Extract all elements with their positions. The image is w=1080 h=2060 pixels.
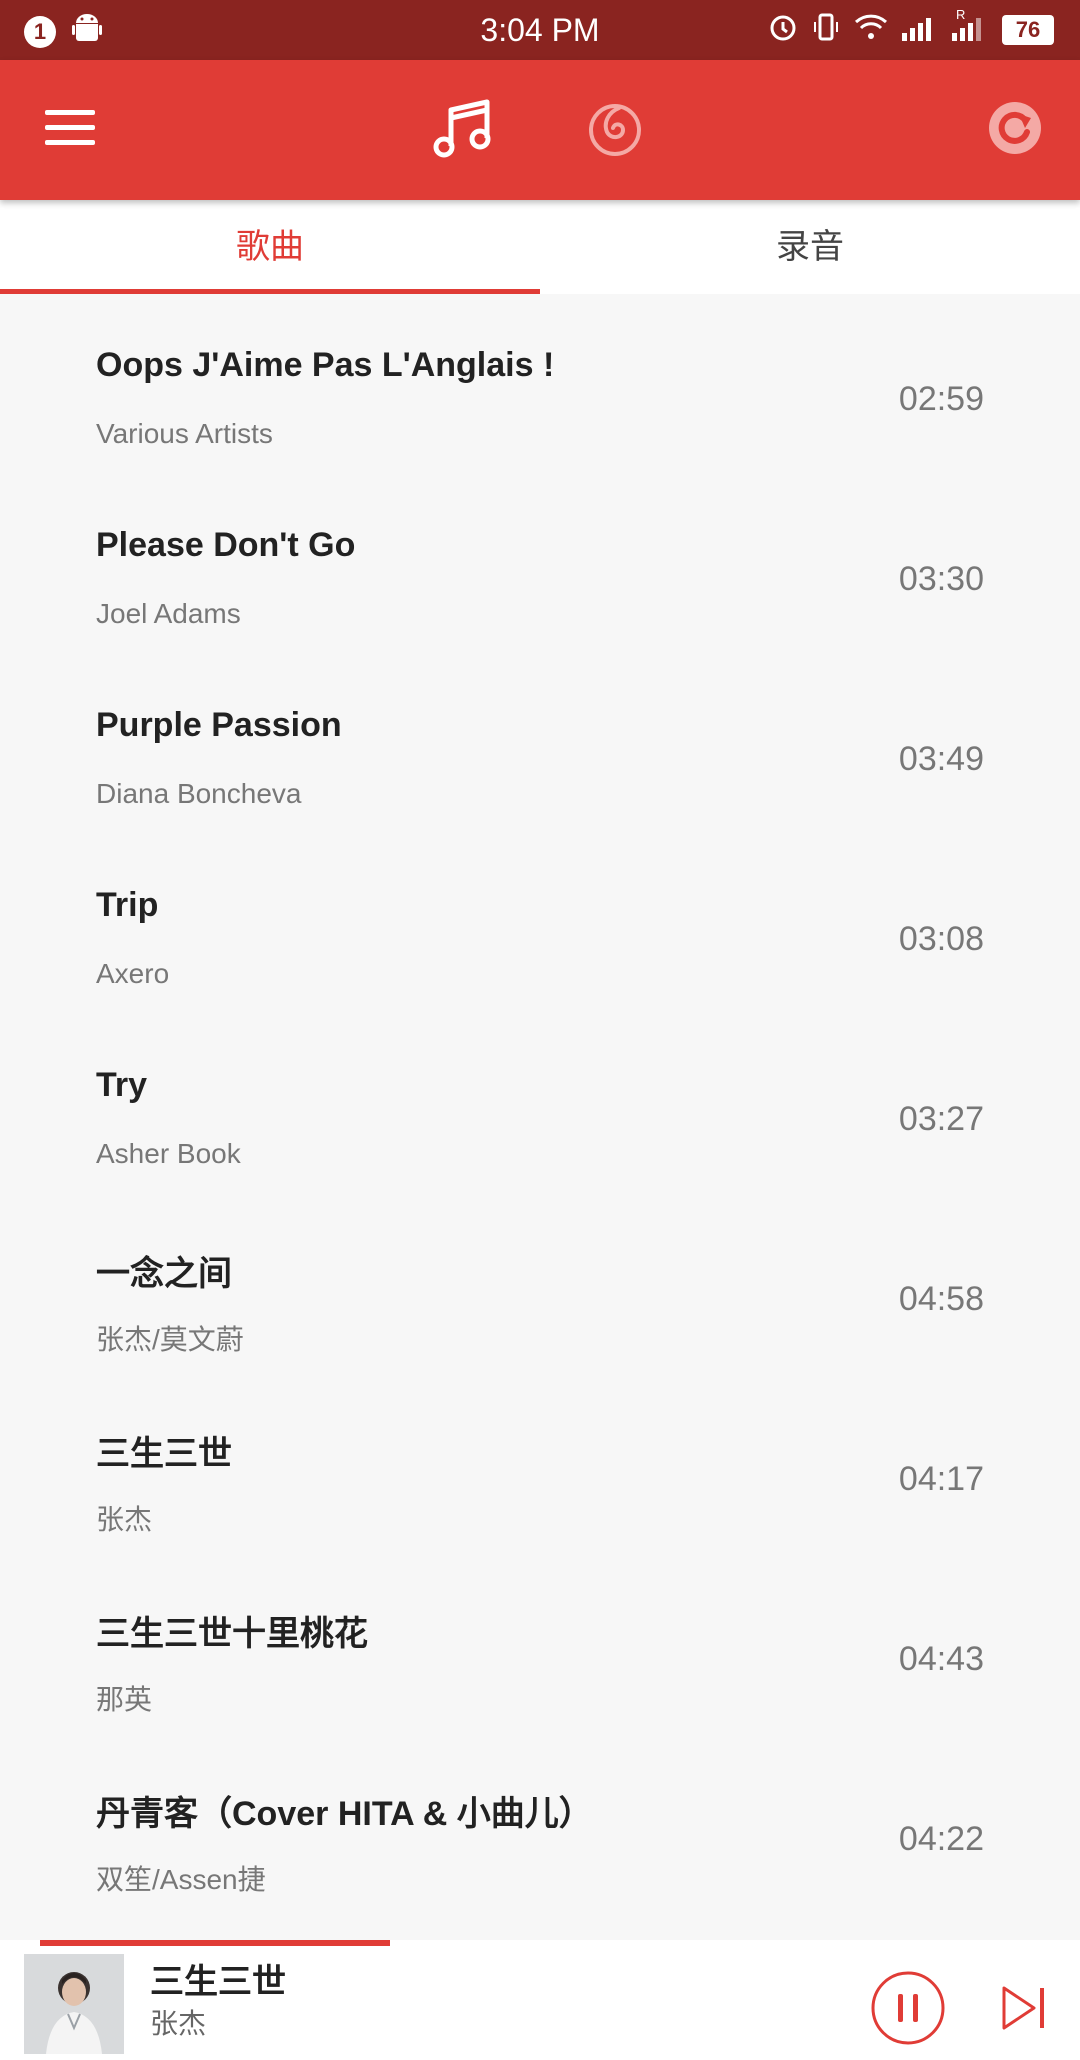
battery-indicator: 76 (1002, 14, 1054, 45)
music-note-icon (433, 96, 497, 165)
song-artist: 双笙/Assen捷 (96, 1864, 266, 1895)
song-row[interactable]: 丹青客（Cover HITA & 小曲儿） 双笙/Assen捷 04:22 (0, 1734, 1080, 1914)
song-artist: Axero (96, 958, 170, 989)
signal-roaming-icon: R (952, 7, 988, 46)
refresh-button[interactable] (970, 60, 1060, 200)
song-row[interactable]: 三生三世十里桃花 那英 04:43 (0, 1554, 1080, 1734)
song-row[interactable]: 三生三世 张杰 04:17 (0, 1374, 1080, 1554)
song-row[interactable]: 一念之间 张杰/莫文蔚 04:58 (0, 1194, 1080, 1374)
song-duration: 04:43 (898, 1640, 984, 1678)
song-title: Please Don't Go (96, 526, 356, 564)
now-playing-artist: 张杰 (150, 2008, 207, 2039)
tab-bar: 歌曲 录音 (0, 200, 1080, 294)
song-artist: 张杰/莫文蔚 (96, 1324, 244, 1355)
song-artist: 张杰 (96, 1504, 153, 1535)
song-artist: Diana Boncheva (96, 778, 302, 809)
song-title: Try (96, 1066, 148, 1104)
menu-icon (45, 109, 95, 151)
alarm-icon (768, 12, 798, 47)
song-duration: 03:49 (898, 740, 984, 778)
cloud-music-button[interactable] (570, 60, 660, 200)
song-title: Trip (96, 886, 159, 924)
song-duration: 03:30 (898, 560, 984, 598)
album-art[interactable] (24, 1954, 124, 2054)
next-track-button[interactable] (996, 1980, 1052, 2036)
playback-progress-fill (40, 1940, 390, 1946)
song-duration: 04:22 (898, 1820, 984, 1858)
song-title: 三生三世 (96, 1435, 232, 1473)
song-artist: Asher Book (96, 1138, 241, 1169)
song-row[interactable]: Please Don't Go Joel Adams 03:30 (0, 474, 1080, 654)
song-row[interactable]: Trip Axero 03:08 (0, 834, 1080, 1014)
signal-icon (902, 13, 938, 46)
pause-button[interactable] (870, 1970, 946, 2046)
tab-songs[interactable]: 歌曲 (0, 200, 540, 294)
refresh-icon (985, 98, 1045, 163)
song-artist: Various Artists (96, 418, 273, 449)
tab-recordings[interactable]: 录音 (540, 200, 1080, 294)
mini-player[interactable]: 三生三世 张杰 (0, 1940, 1080, 2060)
song-duration: 04:17 (898, 1460, 984, 1498)
song-row[interactable]: Try Asher Book 03:27 (0, 1014, 1080, 1194)
song-duration: 03:08 (898, 920, 984, 958)
song-duration: 04:58 (898, 1280, 984, 1318)
song-artist: 那英 (96, 1684, 153, 1715)
menu-button[interactable] (30, 60, 110, 200)
netease-cloud-icon (585, 98, 645, 163)
playback-progress-bar[interactable] (40, 1940, 1040, 1946)
song-duration: 02:59 (898, 380, 984, 418)
local-music-button[interactable] (420, 60, 510, 200)
song-row[interactable]: Purple Passion Diana Boncheva 03:49 (0, 654, 1080, 834)
now-playing-title: 三生三世 (150, 1963, 286, 2001)
wifi-icon (854, 12, 888, 47)
song-duration: 03:27 (898, 1100, 984, 1138)
artist-photo-icon (24, 1954, 124, 2054)
roaming-label: R (956, 7, 966, 22)
vibrate-icon (812, 12, 840, 47)
song-artist: Joel Adams (96, 598, 241, 629)
song-title: 一念之间 (96, 1255, 232, 1293)
song-row[interactable]: Oops J'Aime Pas L'Anglais ! Various Arti… (0, 294, 1080, 474)
app-toolbar (0, 60, 1080, 200)
song-title: Purple Passion (96, 706, 342, 744)
skip-next-icon (996, 1986, 1052, 2040)
song-list: Oops J'Aime Pas L'Anglais ! Various Arti… (0, 294, 1080, 1914)
status-bar: 1 3:04 PM R 76 (0, 0, 1080, 60)
song-title: Oops J'Aime Pas L'Anglais ! (96, 346, 555, 384)
song-title: 丹青客（Cover HITA & 小曲儿） (96, 1795, 593, 1833)
pause-icon (870, 1971, 946, 2050)
song-title: 三生三世十里桃花 (96, 1615, 368, 1653)
